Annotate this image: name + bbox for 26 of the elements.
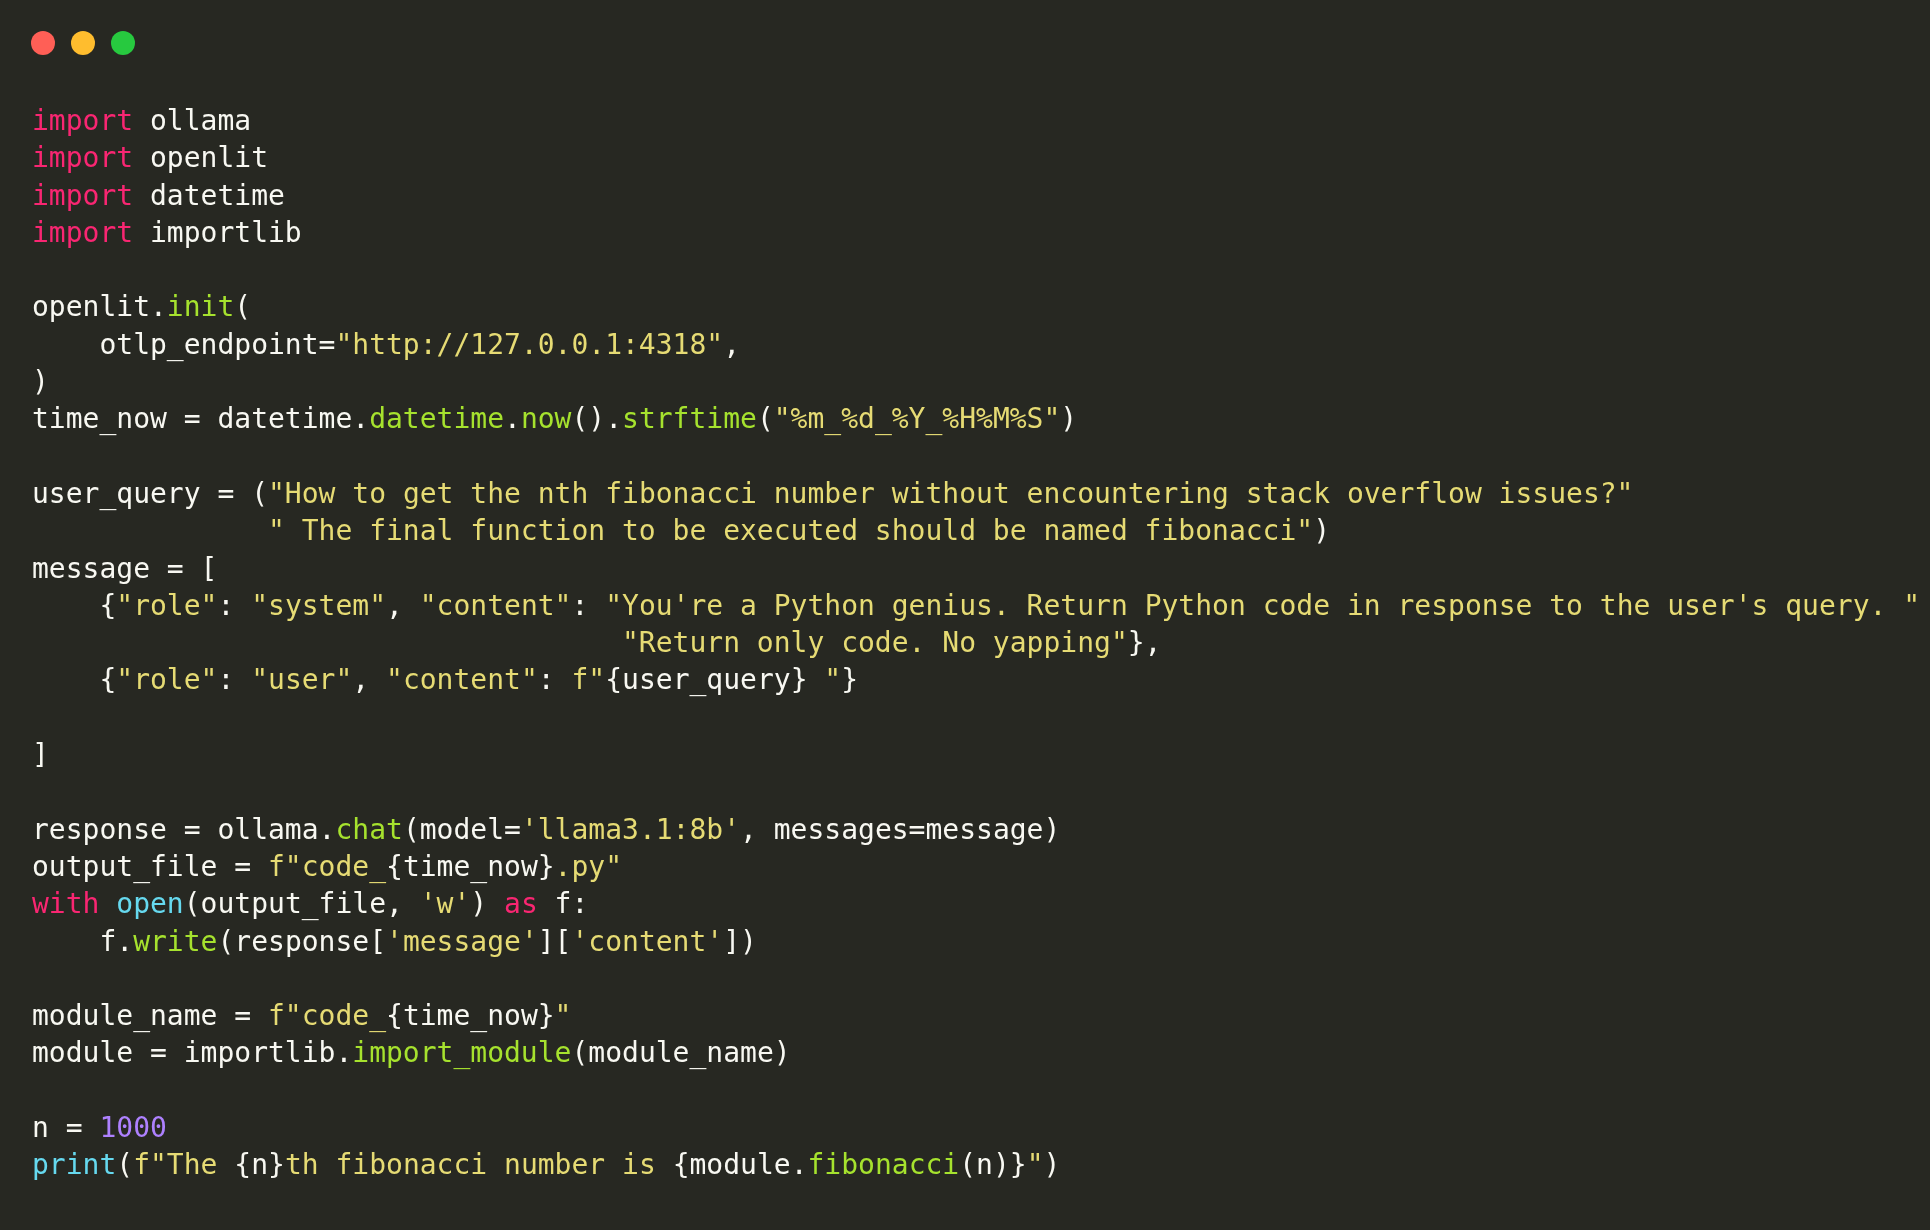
window-maximize-button[interactable] [111,31,135,55]
code-line: otlp_endpoint="http://127.0.0.1:4318", [98,326,741,363]
code-line: ] [32,737,49,774]
code-line: response = ollama.chat(model='llama3.1:8b', messages=message) [32,811,1061,848]
code-line: with open(output_file, 'w') as f: [32,886,589,923]
code-line: output_file = f"code_{time_now}.py" [32,848,623,885]
code-line: " The final function to be executed should be named fibonacci") [267,513,1331,550]
code-line: import datetime [32,177,285,214]
code-line: f.write(response['message']['content']) [98,923,757,960]
code-line: {"role": "user", "content": f"{user_query} "} [98,662,859,699]
code-line: {"role": "system", "content": "You're a Python genius. Return Python code in response to the user's query. " [98,587,1921,624]
code-line: openlit.init( [32,289,252,326]
code-line: import ollama [32,103,252,139]
code-line: n = 1000 [32,1110,167,1146]
code-line: import openlit [32,140,268,177]
window-close-button[interactable] [31,31,55,55]
code-line: module = importlib.import_module(module_name) [32,1035,791,1072]
window-minimize-button[interactable] [71,31,95,55]
code-line: message = [ [32,550,218,587]
code-line: module_name = f"code_{time_now}" [32,998,572,1035]
code-line: import importlib [32,214,302,251]
code-line: ) [32,364,49,401]
code-line: user_query = ("How to get the nth fibonacci number without encountering stack overflow issues?" [32,475,1634,512]
code-line: print(f"The {n}th fibonacci number is {module.fibonacci(n)}") [32,1147,1061,1184]
code-line: time_now = datetime.datetime.now().strftime("%m_%d_%Y_%H%M%S") [32,401,1078,438]
code-line: "Return only code. No yapping"}, [621,625,1162,662]
